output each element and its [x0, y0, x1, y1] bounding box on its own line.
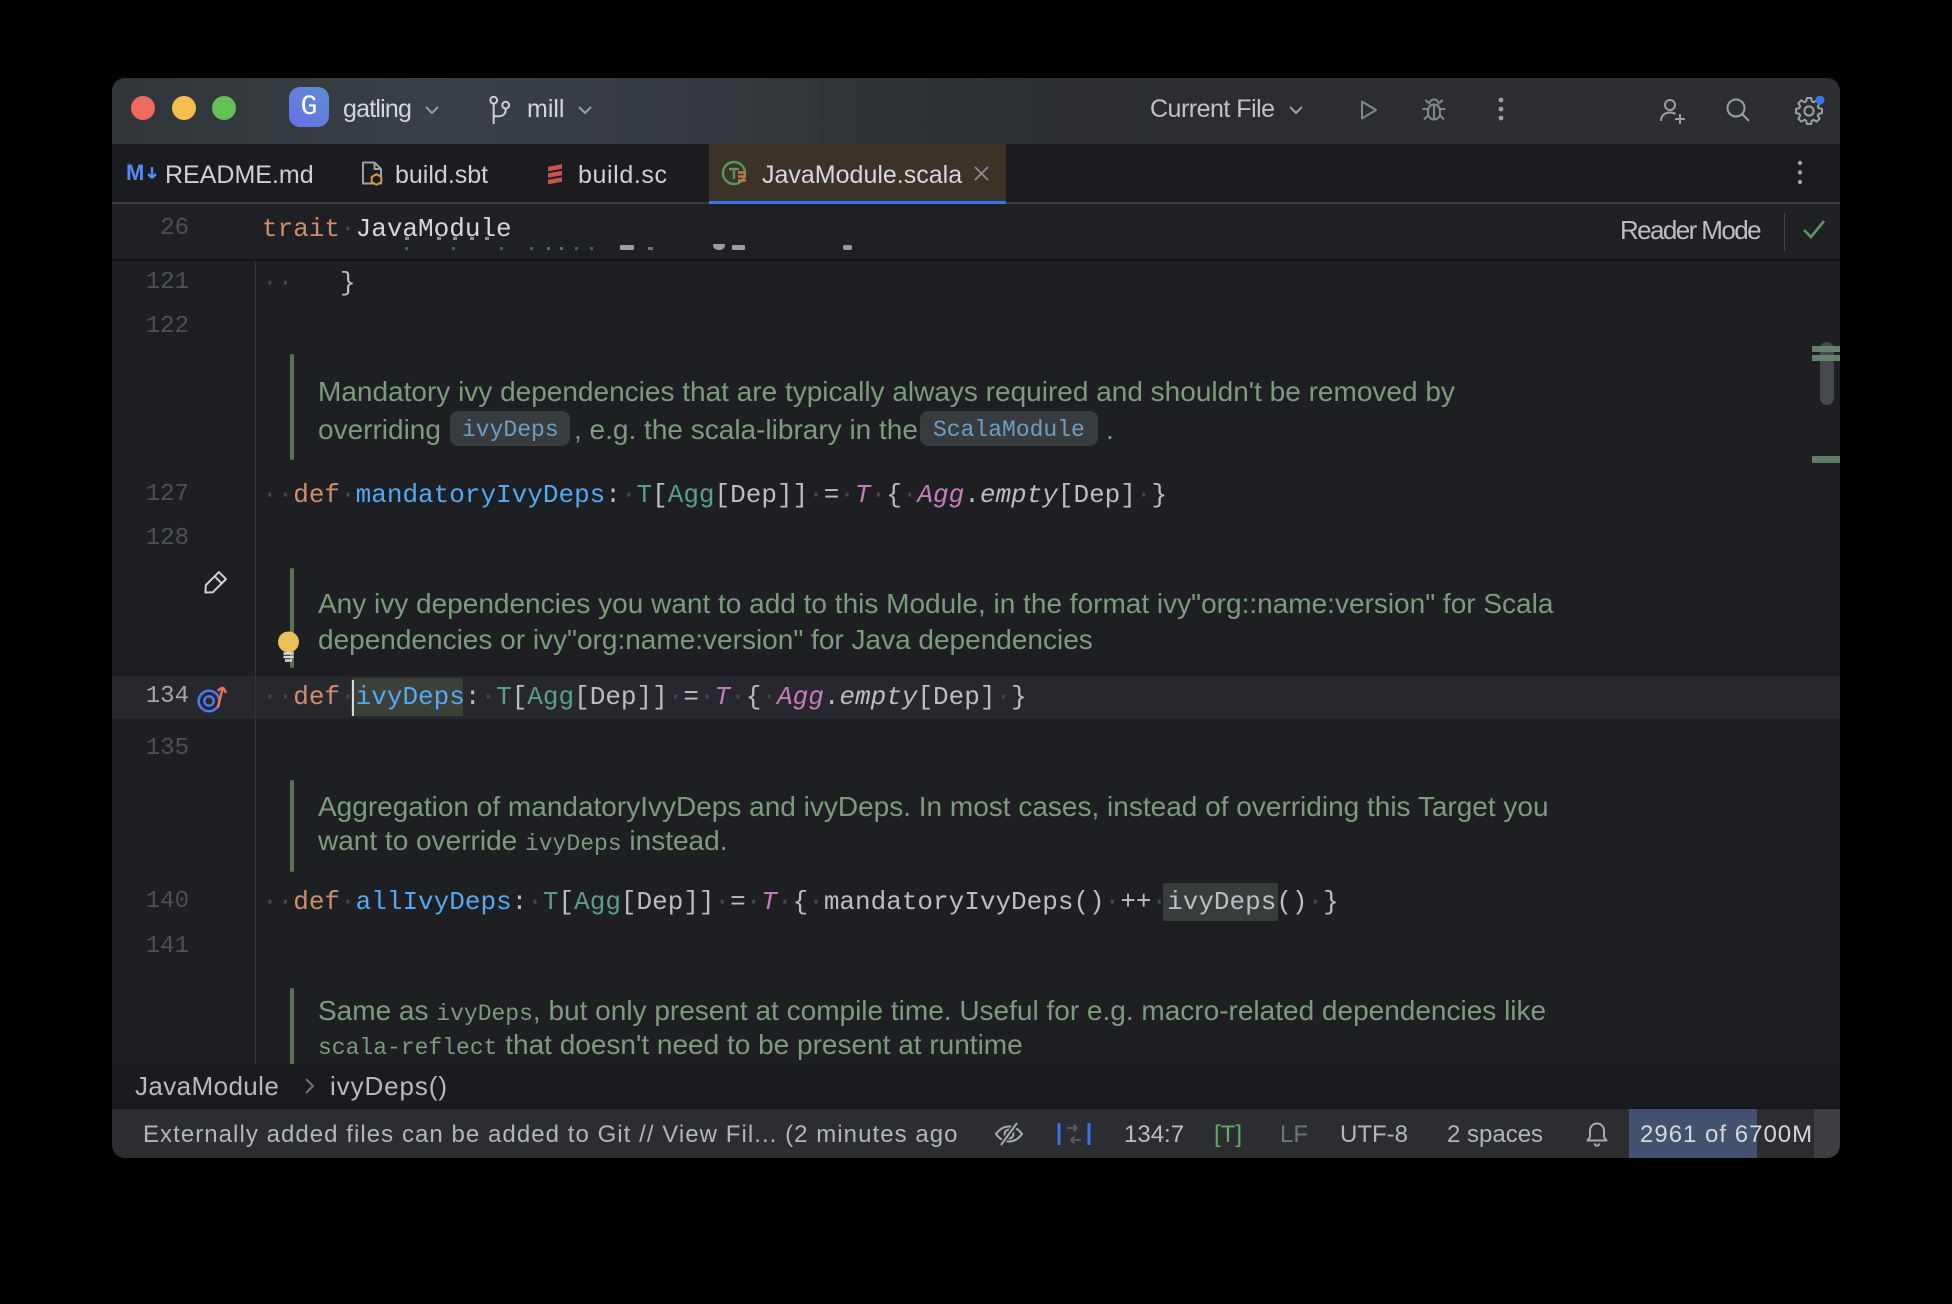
svg-text:M: M: [126, 160, 144, 185]
